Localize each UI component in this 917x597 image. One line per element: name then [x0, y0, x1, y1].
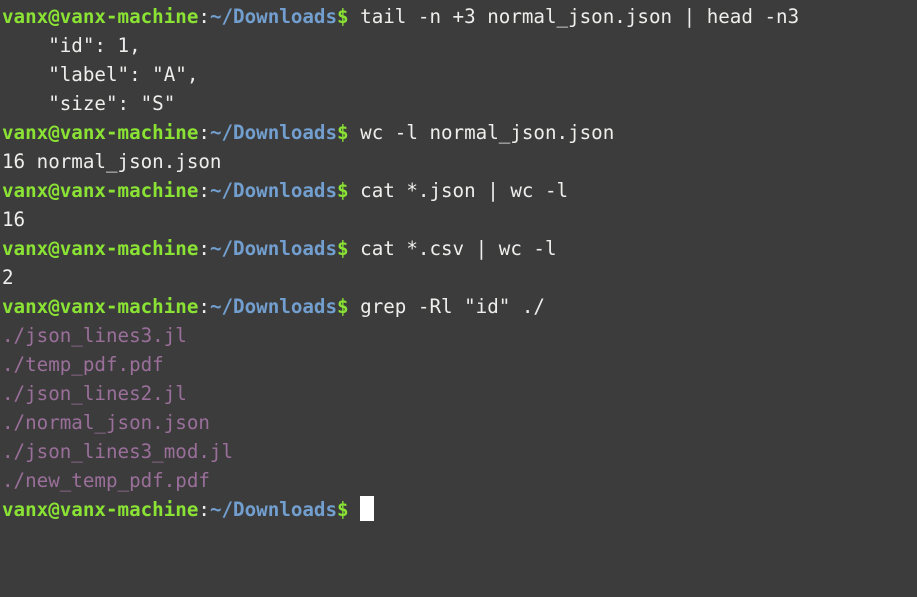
grep-result-path-text: ./json_lines3_mod.jl	[2, 440, 234, 463]
prompt-path: ~/Downloads	[209, 121, 338, 144]
command-text: cat *.csv | wc -l	[348, 237, 557, 260]
prompt-path: ~/Downloads	[209, 498, 338, 521]
grep-result-path: ./new_temp_pdf.pdf	[2, 466, 917, 495]
grep-result-path: ./json_lines3_mod.jl	[2, 437, 917, 466]
prompt-separator: :	[198, 295, 210, 318]
grep-result-path-text: ./normal_json.json	[2, 411, 210, 434]
terminal-output-line: 16	[2, 205, 917, 234]
prompt-separator: :	[198, 237, 210, 260]
prompt-separator: :	[198, 179, 210, 202]
terminal-output-line-text: 16	[2, 208, 26, 231]
prompt-separator: :	[198, 498, 210, 521]
terminal-command-line: vanx@vanx-machine:~/Downloads$ grep -Rl …	[2, 292, 917, 321]
prompt-sigil: $	[337, 498, 349, 521]
grep-result-path: ./normal_json.json	[2, 408, 917, 437]
prompt-path: ~/Downloads	[209, 179, 338, 202]
prompt-sigil: $	[337, 121, 349, 144]
prompt-sigil: $	[337, 237, 349, 260]
terminal-screen[interactable]: vanx@vanx-machine:~/Downloads$ tail -n +…	[0, 0, 917, 597]
terminal-output-line-text: "id": 1,	[2, 34, 141, 57]
prompt-userhost: vanx@vanx-machine	[2, 237, 199, 260]
terminal-output-line: 2	[2, 263, 917, 292]
terminal-command-line: vanx@vanx-machine:~/Downloads$	[2, 495, 917, 524]
terminal-command-line: vanx@vanx-machine:~/Downloads$ wc -l nor…	[2, 118, 917, 147]
prompt-path: ~/Downloads	[209, 295, 338, 318]
grep-result-path-text: ./json_lines3.jl	[2, 324, 187, 347]
command-text: tail -n +3 normal_json.json | head -n3	[348, 5, 800, 28]
prompt-userhost: vanx@vanx-machine	[2, 121, 199, 144]
prompt-userhost: vanx@vanx-machine	[2, 5, 199, 28]
grep-result-path: ./json_lines2.jl	[2, 379, 917, 408]
prompt-path: ~/Downloads	[209, 5, 338, 28]
command-text: wc -l normal_json.json	[348, 121, 615, 144]
terminal-output-line-text: 16 normal_json.json	[2, 150, 222, 173]
prompt-separator: :	[198, 121, 210, 144]
grep-result-path-text: ./new_temp_pdf.pdf	[2, 469, 210, 492]
prompt-userhost: vanx@vanx-machine	[2, 498, 199, 521]
terminal-command-line: vanx@vanx-machine:~/Downloads$ cat *.csv…	[2, 234, 917, 263]
prompt-userhost: vanx@vanx-machine	[2, 179, 199, 202]
prompt-sigil: $	[337, 5, 349, 28]
command-text: cat *.json | wc -l	[348, 179, 569, 202]
terminal-output-line-text: "label": "A",	[2, 63, 199, 86]
prompt-separator: :	[198, 5, 210, 28]
grep-result-path: ./temp_pdf.pdf	[2, 350, 917, 379]
grep-result-path-text: ./json_lines2.jl	[2, 382, 187, 405]
prompt-path: ~/Downloads	[209, 237, 338, 260]
terminal-output-line: "size": "S"	[2, 89, 917, 118]
grep-result-path: ./json_lines3.jl	[2, 321, 917, 350]
terminal-command-line: vanx@vanx-machine:~/Downloads$ tail -n +…	[2, 2, 917, 31]
prompt-userhost: vanx@vanx-machine	[2, 295, 199, 318]
terminal-output-line: "label": "A",	[2, 60, 917, 89]
grep-result-path-text: ./temp_pdf.pdf	[2, 353, 164, 376]
command-text: grep -Rl "id" ./	[348, 295, 545, 318]
terminal-output-line: 16 normal_json.json	[2, 147, 917, 176]
terminal-command-line: vanx@vanx-machine:~/Downloads$ cat *.jso…	[2, 176, 917, 205]
prompt-sigil: $	[337, 295, 349, 318]
terminal-output-line-text: 2	[2, 266, 14, 289]
command-text	[349, 498, 361, 521]
terminal-output-line: "id": 1,	[2, 31, 917, 60]
prompt-sigil: $	[337, 179, 349, 202]
text-cursor[interactable]	[360, 496, 375, 521]
terminal-output-line-text: "size": "S"	[2, 92, 176, 115]
